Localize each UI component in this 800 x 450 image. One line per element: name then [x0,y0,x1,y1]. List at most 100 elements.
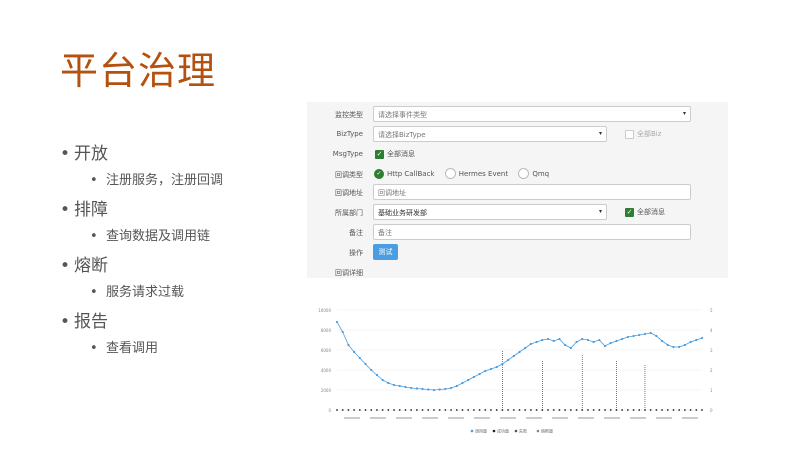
call-volume-point [524,346,527,350]
legend-marker [470,429,474,433]
radio-qmq[interactable]: Qmq [518,168,557,179]
call-volume-point [638,333,641,337]
call-volume-point [449,386,453,390]
fail-zero-point [569,409,572,411]
fail-zero-point [535,409,538,411]
fail-zero-point [609,409,612,411]
chart-svg: 10000 5 8000 4 6000 3 4000 2 2000 1 0 0 调用量 成功量 失败 熔断量 [318,308,713,434]
fail-zero-point [472,409,475,411]
call-volume-point [672,345,675,349]
call-volume-point [592,340,595,344]
fail-zero-point [512,409,515,411]
row-department: 所属部门 基础业务研发部 ▾ ✓ 全部消息 [307,204,728,222]
fail-zero-point [661,409,663,411]
call-volume-point [643,332,647,336]
row-callback-detail: 回调详细 [335,269,363,277]
fail-zero-point [341,409,344,411]
call-volume-point [581,337,584,341]
call-volume-point [546,337,550,341]
event-type-select[interactable]: 请选择事件类型 ▾ [373,106,691,122]
fail-zero-point [695,409,698,411]
call-volume-point [421,387,424,391]
test-button[interactable]: 测试 [373,244,398,260]
call-volume-point [387,381,390,385]
call-volume-point [495,365,498,369]
legend-label: 成功量 [497,428,509,434]
call-volume-point [478,372,481,376]
fail-zero-point [455,409,458,411]
fail-zero-point [592,409,595,411]
row-msgtype: MsgType ✓ 全部消息 [307,146,728,164]
call-volume-point [358,356,361,360]
all-dept-checkbox[interactable]: ✓ 全部消息 [625,207,673,217]
call-volume-point [621,337,624,341]
call-volume-point [506,358,510,362]
remark-input[interactable]: 备注 [373,224,691,240]
call-volume-point [455,384,458,388]
fail-zero-point [484,409,487,411]
call-volume-point [529,342,533,346]
row-callback-url: 回调地址 回调地址 [307,184,728,202]
fail-zero-point [370,409,373,411]
call-volume-point [353,350,356,354]
fail-zero-point [393,409,395,411]
fail-zero-point [467,409,470,411]
call-volume-point [444,387,447,391]
sub-bullet-open: • 注册服务，注册回调 [90,173,224,188]
call-volume-point [564,343,567,347]
fail-zero-point [524,409,527,411]
fail-zero-point [387,409,390,411]
call-volume-point [626,335,629,339]
fail-zero-point [621,409,624,411]
y-right-tick-label: 1 [710,388,713,393]
fail-zero-point [461,409,464,411]
call-volume-line [336,321,703,391]
call-volume-point [598,338,601,342]
call-volume-point [335,320,339,324]
biztype-select[interactable]: 请选择BizType ▾ [373,126,607,142]
call-volume-point [569,346,572,350]
y-right-tick-label: 5 [710,308,713,313]
fail-zero-point [450,409,452,411]
y-tick-label: 8000 [321,328,332,333]
fail-zero-point [381,409,384,411]
y-tick-label: 4000 [321,368,332,373]
fail-zero-point [672,409,675,411]
radio-http-callback[interactable]: ✓ Http CallBack [374,168,442,179]
bullet-circuit-breaker: • 熔断 [60,256,108,276]
fail-zero-point [649,409,652,411]
fail-zero-point [678,409,681,411]
fail-zero-point [478,409,481,411]
department-select[interactable]: 基础业务研发部 ▾ [373,204,607,220]
fail-zero-point [433,409,435,411]
fail-zero-point [689,409,692,411]
call-volume-point [518,350,521,354]
call-volume-point [370,368,373,372]
call-volume-point [461,381,464,385]
page-title: 平台治理 [60,49,217,93]
all-biz-checkbox[interactable]: 全部Biz [625,129,669,139]
fail-zero-point [587,409,589,411]
y-tick-label: 0 [328,408,331,413]
fail-zero-point [638,409,641,411]
fail-zero-point [632,409,635,411]
call-volume-point [484,369,487,373]
fail-zero-point [507,409,509,411]
legend-label: 熔断量 [541,428,553,434]
y-tick-label: 10000 [318,308,331,313]
checkbox-icon [625,129,634,139]
call-volume-point [467,378,470,382]
row-action: 操作 测试 [307,244,728,262]
fail-zero-point [495,409,498,411]
callback-url-input[interactable]: 回调地址 [373,184,691,200]
radio-checked-icon: ✓ [374,168,384,179]
radio-hermes-event[interactable]: Hermes Event [444,168,516,179]
bullet-list: • 开放 • 注册服务，注册回调 • 排障 • 查询数据及调用链 • 熔断 • 服务请求过载… [60,140,300,364]
call-volume-point [347,343,350,347]
all-msg-checkbox[interactable]: ✓ 全部消息 [375,149,423,159]
legend-marker [536,429,540,433]
call-volume-chart: 10000 5 8000 4 6000 3 4000 2 2000 1 0 0 调用量 成功量 失败 熔断量 [307,300,728,440]
row-remark: 备注 备注 [307,224,728,242]
row-callback-type: 回调类型 ✓ Http CallBack Hermes Event Qmq [307,166,728,184]
y-tick-label: 2000 [321,388,332,393]
